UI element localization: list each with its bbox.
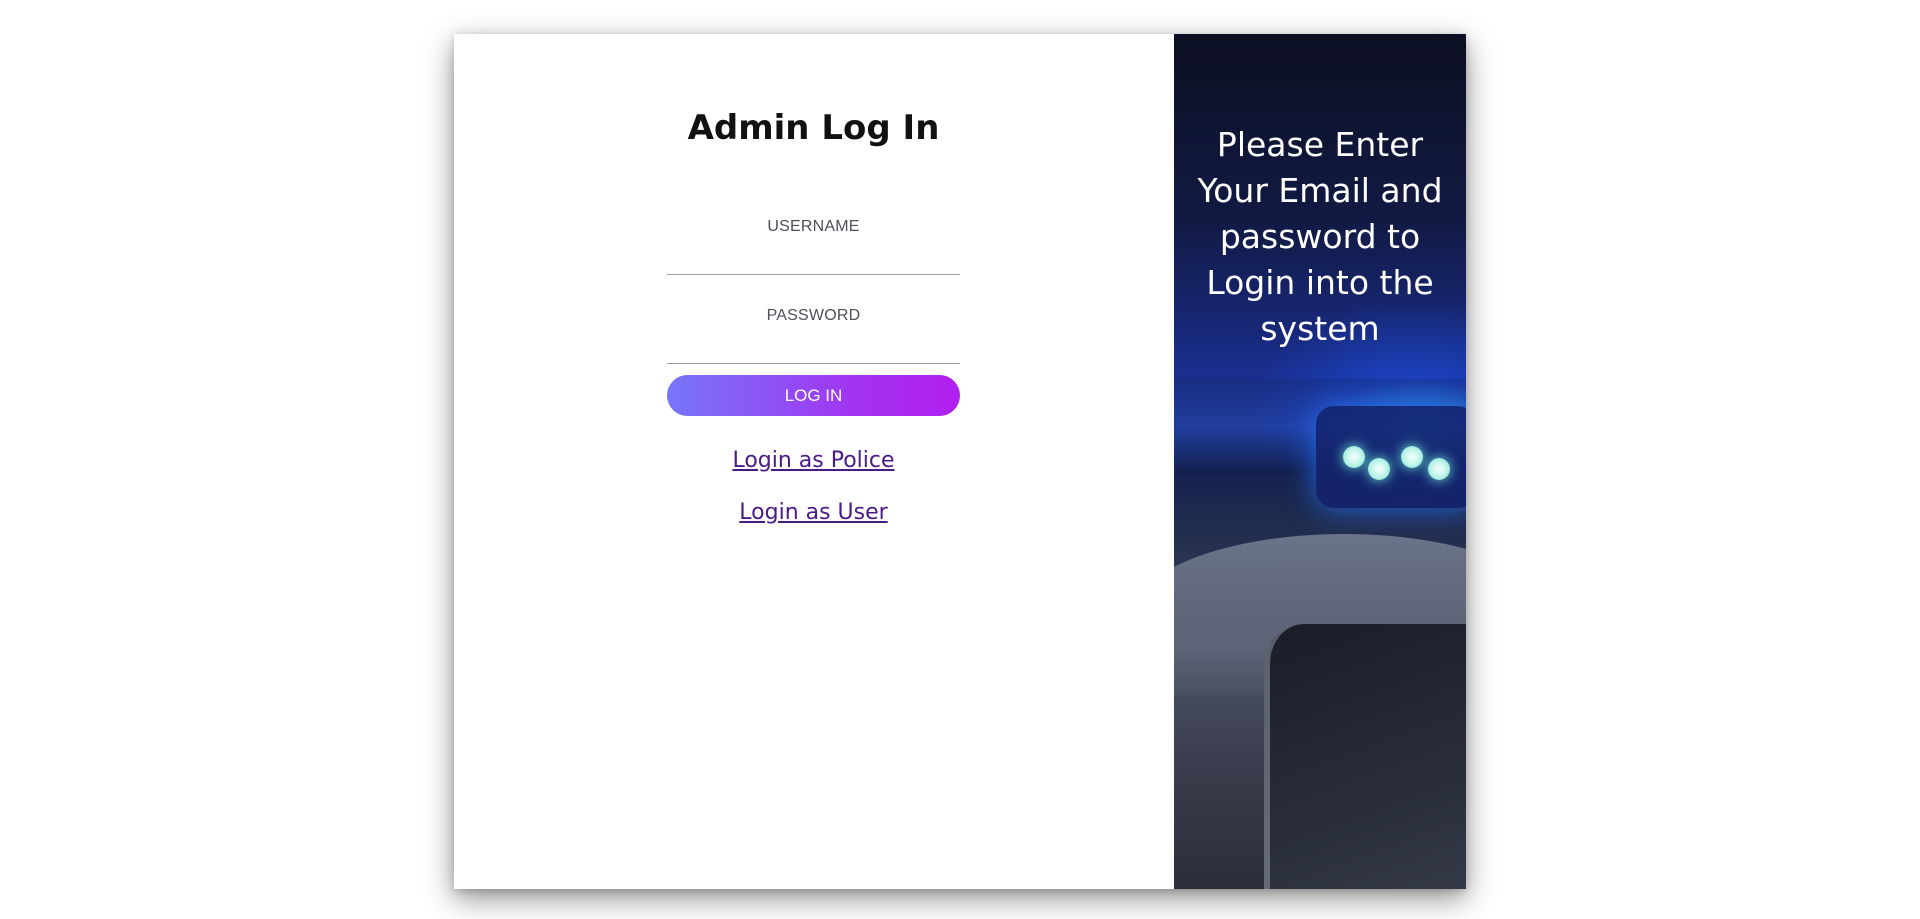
login-button[interactable]: LOG IN [667, 375, 960, 416]
car-window-shape [1264, 624, 1466, 889]
page-title: Admin Log In [687, 108, 940, 148]
side-panel: Please Enter Your Email and password to … [1174, 34, 1466, 889]
siren-light [1316, 406, 1466, 508]
siren-led [1401, 446, 1423, 468]
login-as-user-link[interactable]: Login as User [667, 500, 960, 525]
password-field[interactable] [667, 334, 960, 364]
login-panel: Admin Log In USERNAME PASSWORD LOG IN Lo… [454, 34, 1174, 889]
siren-led [1343, 446, 1365, 468]
side-panel-message: Please Enter Your Email and password to … [1197, 125, 1443, 348]
username-field[interactable] [667, 245, 960, 275]
password-label: PASSWORD [766, 307, 861, 324]
siren-led [1368, 458, 1390, 480]
login-card: Admin Log In USERNAME PASSWORD LOG IN Lo… [454, 34, 1466, 889]
username-label: USERNAME [767, 218, 860, 235]
login-as-police-link[interactable]: Login as Police [667, 448, 960, 473]
siren-led [1428, 458, 1450, 480]
